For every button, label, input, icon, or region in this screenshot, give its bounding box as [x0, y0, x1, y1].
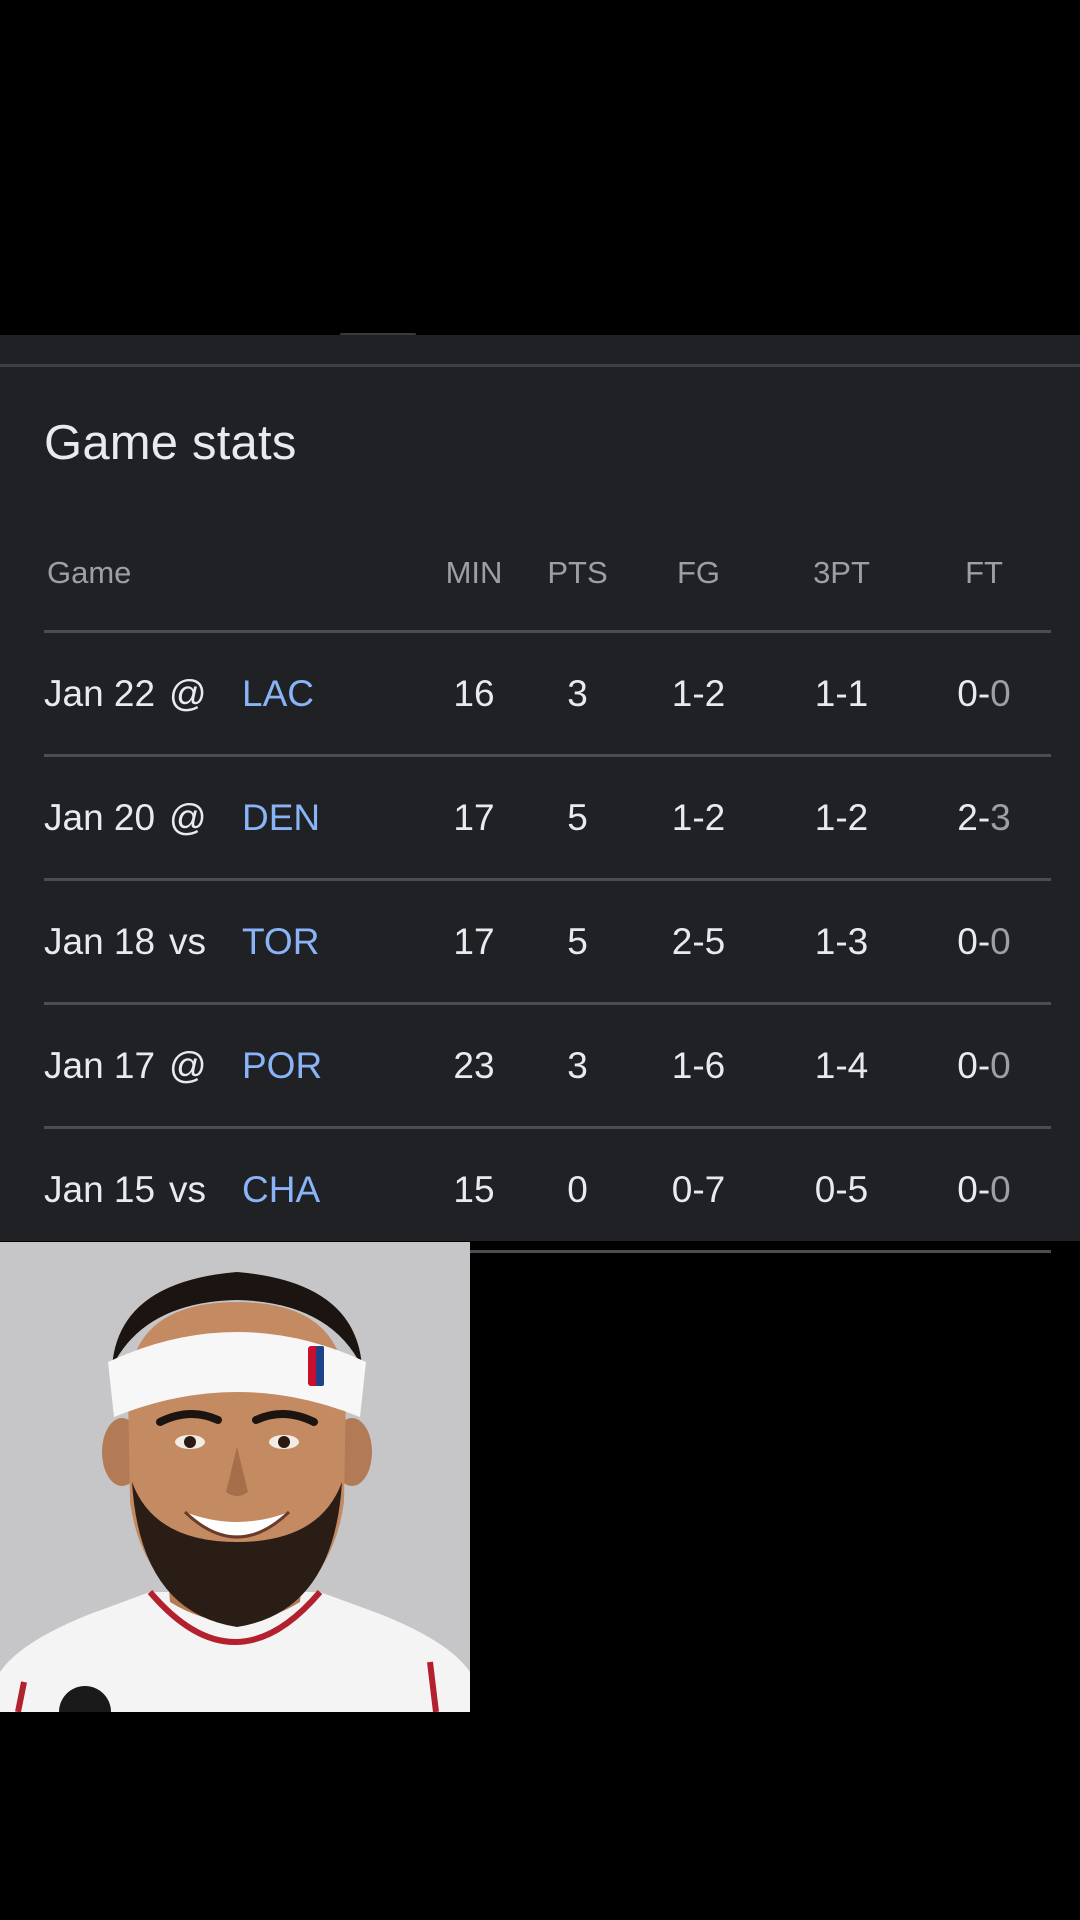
- pts-cell: 3: [524, 1003, 631, 1129]
- game-stats-table: Game MIN PTS FG 3PT FT Jan 22 @ LAC 16 3 1…: [44, 515, 1051, 1253]
- game-stats-card: Game stats Game MIN PTS FG 3PT FT Jan 22: [0, 335, 1080, 1253]
- 3pt-cell: 1-1: [766, 631, 917, 757]
- 3pt-cell: 1-3: [766, 879, 917, 1005]
- ft-separator: -: [977, 920, 991, 962]
- 3pt-cell: 1-4: [766, 1003, 917, 1129]
- ft-made: 2: [957, 796, 978, 838]
- pts-cell: 0: [524, 1127, 631, 1253]
- 3pt-cell: 1-2: [766, 755, 917, 881]
- ft-cell: 2-3: [917, 755, 1051, 881]
- game-location: vs: [169, 1168, 206, 1210]
- ft-separator: -: [977, 1168, 991, 1210]
- opponent-link[interactable]: LAC: [242, 673, 314, 714]
- table-row[interactable]: Jan 20 @ DEN 17 5 1-2 1-2 2-3: [44, 755, 1051, 881]
- game-location: @: [169, 672, 207, 714]
- table-header-row: Game MIN PTS FG 3PT FT: [44, 515, 1051, 633]
- screen: Game stats Game MIN PTS FG 3PT FT Jan 22: [0, 0, 1080, 1920]
- table-row[interactable]: Jan 17 @ POR 23 3 1-6 1-4 0-0: [44, 1003, 1051, 1129]
- ft-attempted: 0: [990, 672, 1011, 714]
- min-cell: 17: [424, 879, 524, 1005]
- min-cell: 15: [424, 1127, 524, 1253]
- opponent-link[interactable]: DEN: [242, 797, 320, 838]
- fg-cell: 2-5: [631, 879, 766, 1005]
- fg-cell: 1-6: [631, 1003, 766, 1129]
- opponent-link[interactable]: TOR: [242, 921, 319, 962]
- table-row[interactable]: Jan 22 @ LAC 16 3 1-2 1-1 0-0: [44, 631, 1051, 757]
- min-cell: 23: [424, 1003, 524, 1129]
- fg-cell: 1-2: [631, 755, 766, 881]
- ft-attempted: 0: [990, 1168, 1011, 1210]
- opponent-link[interactable]: CHA: [242, 1169, 320, 1210]
- fg-cell: 0-7: [631, 1127, 766, 1253]
- game-date: Jan 22: [44, 672, 156, 714]
- ft-attempted: 0: [990, 1044, 1011, 1086]
- ft-separator: -: [977, 1044, 991, 1086]
- min-cell: 16: [424, 631, 524, 757]
- ft-cell: 0-0: [917, 1127, 1051, 1253]
- ft-separator: -: [977, 672, 991, 714]
- card-title: Game stats: [44, 416, 297, 470]
- header-game: Game: [44, 515, 424, 633]
- game-cell: Jan 17 @ POR: [44, 1003, 424, 1129]
- ft-attempted: 3: [990, 796, 1011, 838]
- table-row[interactable]: Jan 15 vs CHA 15 0 0-7 0-5 0-0: [44, 1127, 1051, 1253]
- header-3pt: 3PT: [766, 515, 917, 633]
- game-location: vs: [169, 920, 206, 962]
- ft-made: 0: [957, 920, 978, 962]
- ft-made: 0: [957, 1044, 978, 1086]
- min-cell: 17: [424, 755, 524, 881]
- game-cell: Jan 20 @ DEN: [44, 755, 424, 881]
- header-ft: FT: [917, 515, 1051, 633]
- header-min: MIN: [424, 515, 524, 633]
- game-location: @: [169, 1044, 207, 1086]
- game-date: Jan 20: [44, 796, 156, 838]
- game-cell: Jan 22 @ LAC: [44, 631, 424, 757]
- header-fg: FG: [631, 515, 766, 633]
- ft-separator: -: [977, 796, 991, 838]
- game-date: Jan 15: [44, 1168, 156, 1210]
- game-location: @: [169, 796, 207, 838]
- ft-attempted: 0: [990, 920, 1011, 962]
- game-cell: Jan 18 vs TOR: [44, 879, 424, 1005]
- ft-made: 0: [957, 672, 978, 714]
- game-date: Jan 18: [44, 920, 156, 962]
- table-row[interactable]: Jan 18 vs TOR 17 5 2-5 1-3 0-0: [44, 879, 1051, 1005]
- header-pts: PTS: [524, 515, 631, 633]
- pts-cell: 5: [524, 755, 631, 881]
- ft-cell: 0-0: [917, 631, 1051, 757]
- player-headshot: [0, 1242, 470, 1712]
- game-cell: Jan 15 vs CHA: [44, 1127, 424, 1253]
- player-headshot-icon: [0, 1242, 470, 1712]
- pts-cell: 5: [524, 879, 631, 1005]
- 3pt-cell: 0-5: [766, 1127, 917, 1253]
- fg-cell: 1-2: [631, 631, 766, 757]
- pts-cell: 3: [524, 631, 631, 757]
- opponent-link[interactable]: POR: [242, 1045, 322, 1086]
- card-top-divider: [0, 364, 1080, 367]
- game-date: Jan 17: [44, 1044, 156, 1086]
- ft-cell: 0-0: [917, 879, 1051, 1005]
- ft-cell: 0-0: [917, 1003, 1051, 1129]
- ft-made: 0: [957, 1168, 978, 1210]
